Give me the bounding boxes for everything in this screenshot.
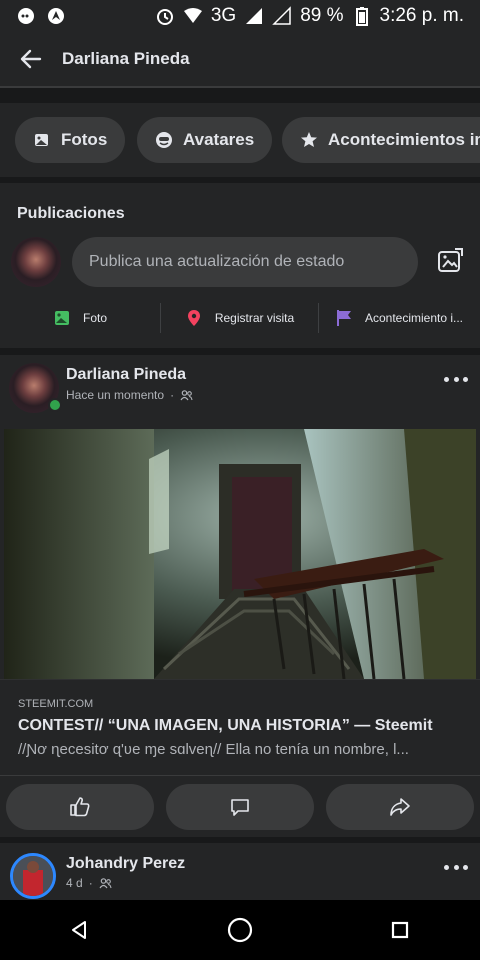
star-icon xyxy=(301,132,317,147)
profile-photo xyxy=(13,856,53,896)
chip-avatars[interactable]: Avatares xyxy=(137,117,273,163)
nav-recents-button[interactable] xyxy=(380,910,420,950)
author-avatar[interactable] xyxy=(10,853,56,899)
battery-level: 89 % xyxy=(300,5,344,26)
signal-full-icon xyxy=(246,8,263,24)
post-actions xyxy=(0,775,480,837)
share-button[interactable] xyxy=(326,784,474,830)
post-author[interactable]: Johandry Perez xyxy=(66,855,185,873)
avatar-icon xyxy=(156,132,172,148)
thumbs-up-icon xyxy=(70,797,90,817)
page-title: Darliana Pineda xyxy=(62,49,190,68)
status-bar: 3G 89 % 3:26 p. m. xyxy=(0,0,480,32)
divider xyxy=(0,86,480,88)
composer-placeholder: Publica una actualización de estado xyxy=(89,253,345,270)
clock: 3:26 p. m. xyxy=(379,5,465,26)
back-button[interactable] xyxy=(16,44,46,74)
triangle-back-icon xyxy=(72,921,86,939)
location-pin-icon xyxy=(187,310,200,326)
nav-back-button[interactable] xyxy=(60,910,100,950)
action-label: Foto xyxy=(82,311,107,325)
profile-sections: Fotos Avatares Acontecimientos im xyxy=(0,103,480,177)
arrow-left-icon xyxy=(20,49,42,69)
chip-photos[interactable]: Fotos xyxy=(15,117,126,163)
more-options-button[interactable] xyxy=(444,373,468,385)
separator-dot: · xyxy=(88,876,93,890)
navigation-icon xyxy=(48,8,64,24)
chip-label: Acontecimientos im xyxy=(328,130,480,149)
comment-button[interactable] xyxy=(166,784,314,830)
wifi-icon xyxy=(183,8,202,23)
alarm-icon xyxy=(156,9,173,25)
system-navigation-bar xyxy=(0,900,480,960)
link-title: CONTEST// “UNA IMAGEN, UNA HISTORIA” — S… xyxy=(18,717,433,734)
feed-post: Darliana Pineda Hace un momento · STEEMI… xyxy=(0,355,480,837)
app-header: Darliana Pineda xyxy=(0,32,480,86)
action-check-in[interactable]: Registrar visita xyxy=(161,301,318,335)
circle-home-icon xyxy=(227,917,253,943)
chip-life-events[interactable]: Acontecimientos im xyxy=(282,117,480,163)
post-meta: Hace un momento · xyxy=(66,388,193,402)
photos-icon xyxy=(35,134,48,146)
friends-audience-icon xyxy=(99,877,112,888)
flag-icon xyxy=(336,310,351,326)
comment-icon xyxy=(231,799,249,816)
profile-photo xyxy=(11,237,61,287)
avatar[interactable] xyxy=(11,237,61,287)
like-button[interactable] xyxy=(6,784,154,830)
publications-section: Publicaciones Publica una actualización … xyxy=(0,183,480,348)
status-composer[interactable]: Publica una actualización de estado xyxy=(72,237,418,287)
messenger-bubble-icon xyxy=(18,8,34,24)
post-time[interactable]: 4 d xyxy=(66,876,83,890)
action-life-event[interactable]: Acontecimiento i... xyxy=(319,301,479,335)
chip-label: Avatares xyxy=(183,130,255,149)
battery-icon xyxy=(355,7,368,26)
more-options-button[interactable] xyxy=(444,861,468,873)
composer-actions: Foto Registrar visita Acontecimiento i..… xyxy=(0,301,480,335)
action-label: Acontecimiento i... xyxy=(364,311,464,325)
signal-empty-icon xyxy=(272,6,291,25)
link-description: //Ɲơ ɳecesitơ ɋ'ʋe ɱe sɑlveɳ// Ella no t… xyxy=(18,741,409,758)
network-type: 3G xyxy=(210,5,237,26)
share-arrow-icon xyxy=(390,798,410,816)
action-photo[interactable]: Foto xyxy=(0,301,160,335)
link-domain: STEEMIT.COM xyxy=(18,698,94,710)
staircase-photo xyxy=(4,429,476,679)
action-label: Registrar visita xyxy=(214,311,295,325)
square-recents-icon xyxy=(391,921,409,939)
link-preview-image[interactable] xyxy=(4,429,476,679)
online-status-dot xyxy=(48,398,62,412)
feed-post: Johandry Perez 4 d · xyxy=(0,843,480,900)
chip-label: Fotos xyxy=(61,130,108,149)
photo-icon xyxy=(54,311,69,325)
separator-dot: · xyxy=(170,388,175,402)
nav-home-button[interactable] xyxy=(220,910,260,950)
add-photo-icon[interactable] xyxy=(436,247,464,275)
link-preview[interactable]: STEEMIT.COM CONTEST// “UNA IMAGEN, UNA H… xyxy=(0,679,480,775)
post-author[interactable]: Darliana Pineda xyxy=(66,366,186,384)
post-meta: 4 d · xyxy=(66,876,112,890)
section-heading: Publicaciones xyxy=(17,205,125,222)
post-time[interactable]: Hace un momento xyxy=(66,388,164,402)
friends-audience-icon xyxy=(180,389,193,400)
